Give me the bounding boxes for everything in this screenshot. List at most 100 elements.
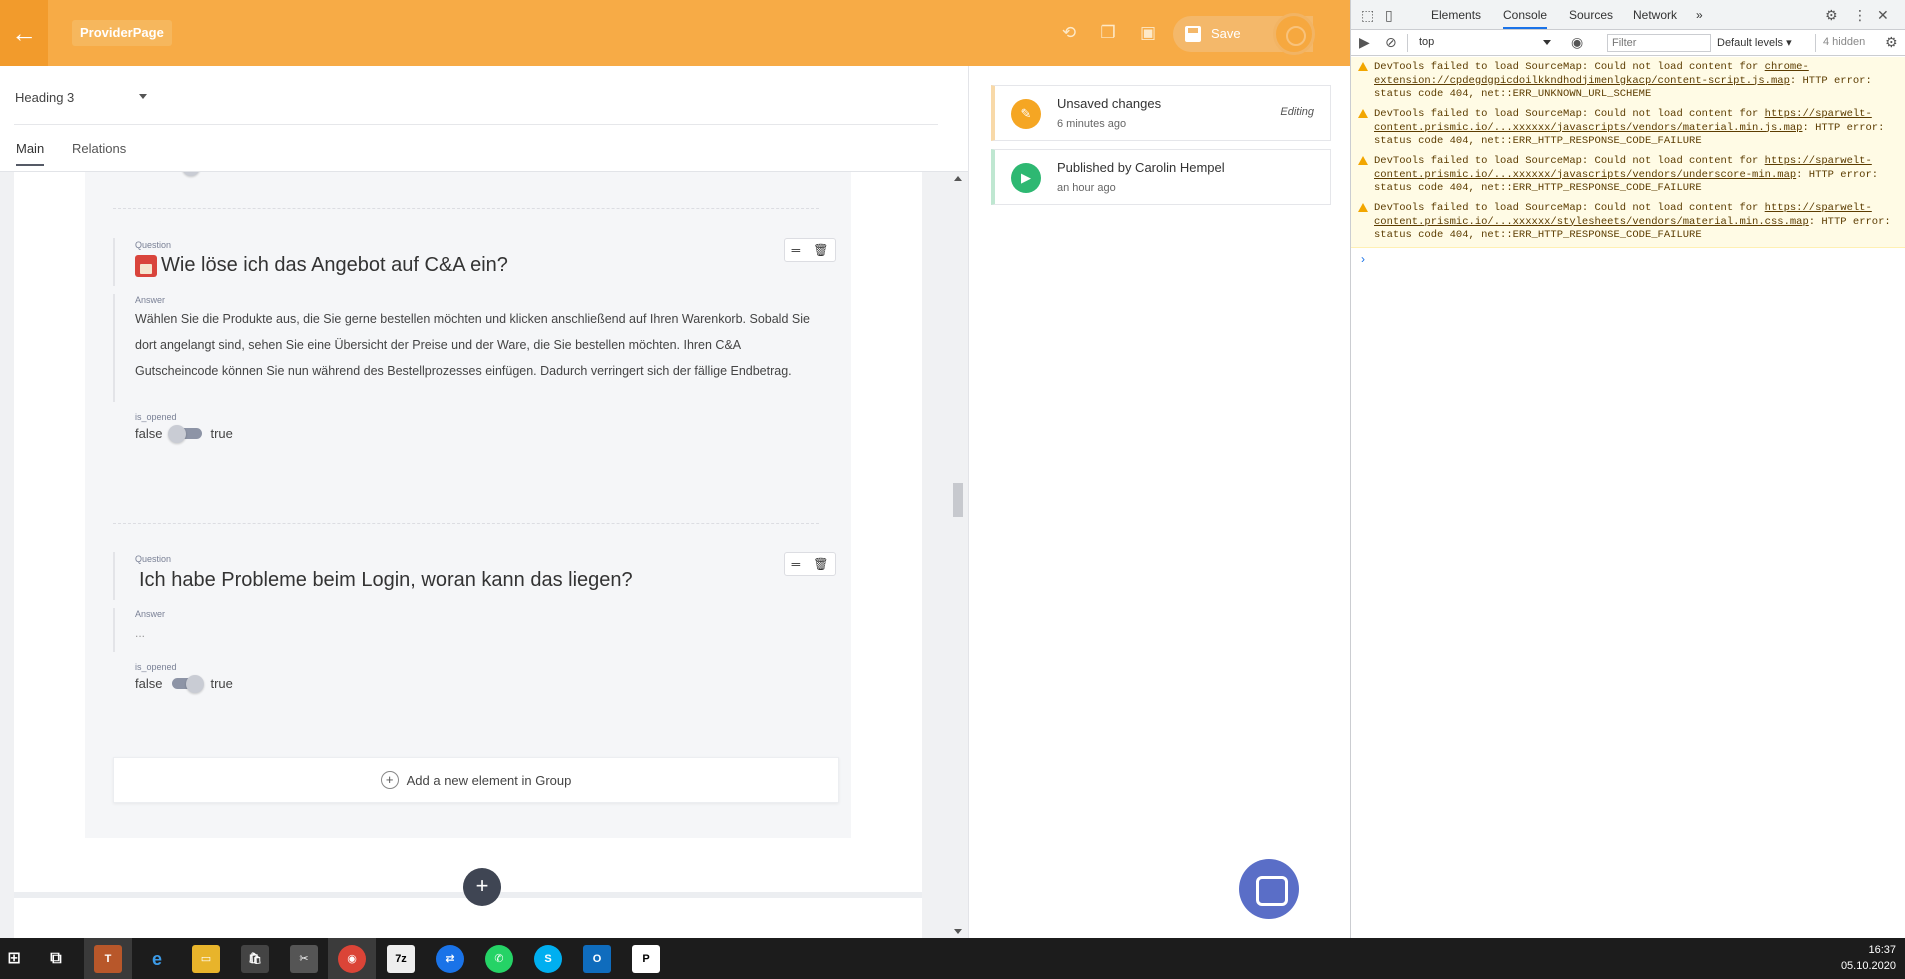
inspect-icon[interactable]: ⬚ [1361, 7, 1374, 24]
devtools-panel: ⬚ ▯ Elements Console Sources Network » ⚙… [1350, 0, 1905, 938]
devtools-tabbar: ⬚ ▯ Elements Console Sources Network » ⚙… [1351, 0, 1905, 30]
gear-icon[interactable]: ⚙ [1825, 7, 1838, 24]
heading-select[interactable]: Heading 3 [15, 90, 74, 105]
toggle-label: is_opened [135, 662, 177, 672]
taskbar: ⊞ ⧉ T e ▭ 🛍 ✂ ◉ 7z ⇄ ✆ S O P 16:37 05.10… [0, 938, 1905, 979]
toggle-switch[interactable] [168, 425, 204, 443]
drag-handle-icon[interactable]: ═ [792, 243, 801, 257]
levels-select[interactable]: Default levels ▾ [1717, 36, 1792, 49]
tab-network[interactable]: Network [1633, 8, 1677, 22]
filter-input[interactable] [1607, 34, 1711, 52]
history-time: 6 minutes ago [1057, 118, 1127, 130]
history-card-unsaved[interactable]: ✎ Unsaved changes 6 minutes ago Editing [991, 85, 1331, 141]
scroll-up-icon[interactable] [954, 176, 962, 181]
answer-label: Answer [135, 295, 166, 305]
question-rule [113, 238, 115, 286]
console-toolbar: ▶ ⊘ top ◉ Default levels ▾ 4 hidden ⚙ [1351, 30, 1905, 56]
question-field[interactable]: Ich habe Probleme beim Login, woran kann… [139, 569, 633, 592]
snipping-tool-icon[interactable]: ✂ [290, 945, 318, 973]
gear-icon[interactable]: ⚙ [1885, 34, 1898, 51]
question-field[interactable]: Wie löse ich das Angebot auf C&A ein? [135, 254, 508, 277]
scroll-down-icon[interactable] [954, 929, 962, 934]
trash-icon[interactable]: 🗑 [813, 557, 828, 571]
file-explorer-icon[interactable]: ▭ [192, 945, 220, 973]
drag-handle-icon[interactable]: ═ [792, 557, 801, 571]
add-element-label: Add a new element in Group [406, 772, 572, 788]
console-warning: DevTools failed to load SourceMap: Could… [1351, 57, 1905, 107]
duplicate-icon[interactable]: ❐ [1097, 22, 1119, 44]
app-header: ← ProviderPage ⟲ ❐ ▣ Save [0, 0, 1350, 66]
answer-field[interactable]: ... [135, 626, 145, 640]
history-time: an hour ago [1057, 182, 1116, 194]
item-tools: ═ 🗑 [784, 238, 836, 262]
next-slice [14, 898, 922, 938]
more-tabs-icon[interactable]: » [1696, 8, 1703, 22]
item-separator [113, 523, 819, 524]
hidden-count: 4 hidden [1823, 36, 1866, 48]
outlook-icon[interactable]: O [583, 945, 611, 973]
chevron-down-icon[interactable] [1543, 40, 1551, 45]
save-icon [1185, 26, 1201, 42]
archive-icon[interactable]: ▣ [1137, 22, 1159, 44]
tab-elements[interactable]: Elements [1431, 8, 1481, 22]
teamviewer-icon[interactable]: ⇄ [436, 945, 464, 973]
arrow-left-icon: ← [11, 17, 37, 48]
warning-icon [1358, 156, 1368, 165]
skype-icon[interactable]: S [534, 945, 562, 973]
whatsapp-icon[interactable]: ✆ [485, 945, 513, 973]
item-separator [113, 208, 819, 209]
tab-main[interactable]: Main [16, 141, 45, 166]
history-title: Published by Carolin Hempel [1057, 160, 1225, 175]
chevron-down-icon[interactable] [139, 94, 147, 99]
history-icon[interactable]: ⟲ [1058, 22, 1080, 44]
system-clock[interactable]: 16:37 05.10.2020 [1830, 942, 1896, 974]
teams-icon[interactable]: T [94, 945, 122, 973]
toggle-switch[interactable] [168, 675, 205, 693]
console-prompt[interactable]: › [1361, 252, 1365, 266]
false-label: false [135, 675, 163, 691]
chrome-icon[interactable]: ◉ [338, 945, 366, 973]
save-label: Save [1211, 26, 1241, 41]
7zip-icon[interactable]: 7z [387, 945, 415, 973]
clock-date: 05.10.2020 [1840, 960, 1896, 972]
faq-item: Question ═ 🗑 Wie löse ich das Angebot au… [113, 238, 838, 488]
add-slice-button[interactable]: + [463, 868, 501, 906]
add-element-button[interactable]: + Add a new element in Group [113, 757, 839, 803]
question-text: Wie löse ich das Angebot auf C&A ein? [161, 254, 508, 276]
kebab-menu-icon[interactable]: ⋮ [1853, 7, 1867, 24]
store-icon[interactable]: 🛍 [241, 945, 269, 973]
eye-icon[interactable]: ◉ [1571, 34, 1583, 51]
history-panel: ✎ Unsaved changes 6 minutes ago Editing … [968, 66, 1350, 938]
warning-icon [1358, 62, 1368, 71]
tab-console[interactable]: Console [1503, 8, 1548, 29]
answer-field[interactable]: Wählen Sie die Produkte aus, die Sie ger… [135, 306, 825, 384]
back-button[interactable]: ← [0, 0, 48, 66]
question-label: Question [135, 240, 172, 250]
app-p-icon[interactable]: P [632, 945, 660, 973]
edge-icon[interactable]: e [143, 945, 171, 973]
divider [14, 124, 938, 125]
publish-button[interactable] [1273, 13, 1315, 55]
close-icon[interactable]: ✕ [1877, 7, 1889, 24]
scroll-thumb[interactable] [953, 483, 963, 517]
history-card-published[interactable]: ▶ Published by Carolin Hempel an hour ag… [991, 149, 1331, 205]
clear-console-icon[interactable]: ⊘ [1385, 34, 1397, 51]
tab-sources[interactable]: Sources [1569, 8, 1613, 22]
question-text: Ich habe Probleme beim Login, woran kann… [139, 569, 633, 591]
document-editor: Heading 3 Main Relations false true Ques… [0, 66, 968, 938]
plus-circle-icon: + [380, 771, 399, 789]
tab-relations[interactable]: Relations [72, 141, 126, 164]
question-rule [113, 552, 115, 600]
sidebar-toggle-icon[interactable]: ▶ [1359, 34, 1370, 51]
task-view-icon[interactable]: ⧉ [42, 945, 70, 973]
scrollbar[interactable] [951, 172, 965, 938]
windows-start-icon[interactable]: ⊞ [0, 945, 28, 973]
context-select[interactable]: top [1419, 36, 1434, 48]
console-warning: DevTools failed to load SourceMap: Could… [1351, 198, 1905, 248]
answer-rule [113, 294, 115, 402]
trash-icon[interactable]: 🗑 [813, 243, 828, 257]
chat-support-icon[interactable] [1239, 859, 1299, 919]
answer-label: Answer [135, 609, 166, 619]
console-warning: DevTools failed to load SourceMap: Could… [1351, 104, 1905, 154]
device-toggle-icon[interactable]: ▯ [1385, 7, 1393, 24]
